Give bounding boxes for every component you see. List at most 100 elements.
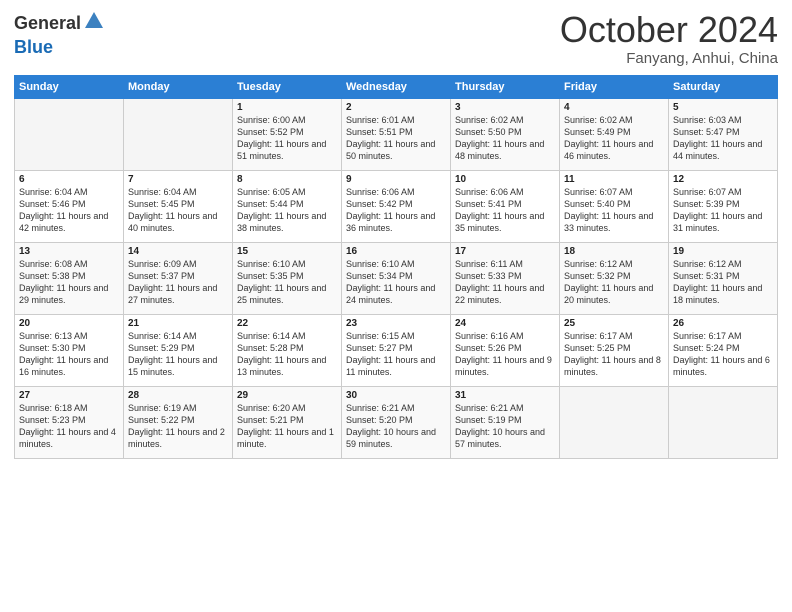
cell-info: Sunrise: 6:04 AM Sunset: 5:45 PM Dayligh… <box>128 186 228 235</box>
day-number: 31 <box>455 390 555 401</box>
weekday-header: Friday <box>560 75 669 98</box>
calendar-cell: 18Sunrise: 6:12 AM Sunset: 5:32 PM Dayli… <box>560 242 669 314</box>
calendar-cell: 1Sunrise: 6:00 AM Sunset: 5:52 PM Daylig… <box>233 98 342 170</box>
day-number: 18 <box>564 246 664 257</box>
cell-info: Sunrise: 6:01 AM Sunset: 5:51 PM Dayligh… <box>346 114 446 163</box>
calendar-cell: 11Sunrise: 6:07 AM Sunset: 5:40 PM Dayli… <box>560 170 669 242</box>
calendar-cell: 26Sunrise: 6:17 AM Sunset: 5:24 PM Dayli… <box>669 314 778 386</box>
day-number: 10 <box>455 174 555 185</box>
calendar-cell: 8Sunrise: 6:05 AM Sunset: 5:44 PM Daylig… <box>233 170 342 242</box>
cell-info: Sunrise: 6:17 AM Sunset: 5:25 PM Dayligh… <box>564 330 664 379</box>
day-number: 20 <box>19 318 119 329</box>
cell-info: Sunrise: 6:02 AM Sunset: 5:49 PM Dayligh… <box>564 114 664 163</box>
day-number: 19 <box>673 246 773 257</box>
cell-info: Sunrise: 6:17 AM Sunset: 5:24 PM Dayligh… <box>673 330 773 379</box>
day-number: 28 <box>128 390 228 401</box>
calendar-cell: 2Sunrise: 6:01 AM Sunset: 5:51 PM Daylig… <box>342 98 451 170</box>
day-number: 30 <box>346 390 446 401</box>
calendar-cell: 28Sunrise: 6:19 AM Sunset: 5:22 PM Dayli… <box>124 386 233 458</box>
calendar-cell: 31Sunrise: 6:21 AM Sunset: 5:19 PM Dayli… <box>451 386 560 458</box>
cell-info: Sunrise: 6:02 AM Sunset: 5:50 PM Dayligh… <box>455 114 555 163</box>
day-number: 2 <box>346 102 446 113</box>
day-number: 7 <box>128 174 228 185</box>
calendar-cell: 15Sunrise: 6:10 AM Sunset: 5:35 PM Dayli… <box>233 242 342 314</box>
cell-info: Sunrise: 6:13 AM Sunset: 5:30 PM Dayligh… <box>19 330 119 379</box>
cell-info: Sunrise: 6:10 AM Sunset: 5:34 PM Dayligh… <box>346 258 446 307</box>
calendar-cell: 30Sunrise: 6:21 AM Sunset: 5:20 PM Dayli… <box>342 386 451 458</box>
day-number: 8 <box>237 174 337 185</box>
calendar-cell: 7Sunrise: 6:04 AM Sunset: 5:45 PM Daylig… <box>124 170 233 242</box>
cell-info: Sunrise: 6:21 AM Sunset: 5:19 PM Dayligh… <box>455 402 555 451</box>
location: Fanyang, Anhui, China <box>560 50 778 67</box>
calendar-cell: 22Sunrise: 6:14 AM Sunset: 5:28 PM Dayli… <box>233 314 342 386</box>
calendar-cell: 17Sunrise: 6:11 AM Sunset: 5:33 PM Dayli… <box>451 242 560 314</box>
calendar-cell <box>560 386 669 458</box>
calendar-cell <box>124 98 233 170</box>
header: General Blue October 2024 Fanyang, Anhui… <box>14 10 778 67</box>
cell-info: Sunrise: 6:04 AM Sunset: 5:46 PM Dayligh… <box>19 186 119 235</box>
weekday-header: Sunday <box>15 75 124 98</box>
cell-info: Sunrise: 6:07 AM Sunset: 5:40 PM Dayligh… <box>564 186 664 235</box>
logo-icon <box>83 10 105 37</box>
cell-info: Sunrise: 6:15 AM Sunset: 5:27 PM Dayligh… <box>346 330 446 379</box>
calendar-header-row: SundayMondayTuesdayWednesdayThursdayFrid… <box>15 75 778 98</box>
day-number: 15 <box>237 246 337 257</box>
cell-info: Sunrise: 6:14 AM Sunset: 5:28 PM Dayligh… <box>237 330 337 379</box>
day-number: 21 <box>128 318 228 329</box>
calendar-cell: 10Sunrise: 6:06 AM Sunset: 5:41 PM Dayli… <box>451 170 560 242</box>
calendar-cell: 6Sunrise: 6:04 AM Sunset: 5:46 PM Daylig… <box>15 170 124 242</box>
calendar-cell: 13Sunrise: 6:08 AM Sunset: 5:38 PM Dayli… <box>15 242 124 314</box>
day-number: 9 <box>346 174 446 185</box>
day-number: 14 <box>128 246 228 257</box>
day-number: 12 <box>673 174 773 185</box>
day-number: 5 <box>673 102 773 113</box>
calendar-cell: 9Sunrise: 6:06 AM Sunset: 5:42 PM Daylig… <box>342 170 451 242</box>
cell-info: Sunrise: 6:21 AM Sunset: 5:20 PM Dayligh… <box>346 402 446 451</box>
day-number: 3 <box>455 102 555 113</box>
weekday-header: Saturday <box>669 75 778 98</box>
cell-info: Sunrise: 6:08 AM Sunset: 5:38 PM Dayligh… <box>19 258 119 307</box>
calendar-cell: 23Sunrise: 6:15 AM Sunset: 5:27 PM Dayli… <box>342 314 451 386</box>
main-container: General Blue October 2024 Fanyang, Anhui… <box>0 0 792 469</box>
day-number: 17 <box>455 246 555 257</box>
calendar-cell: 19Sunrise: 6:12 AM Sunset: 5:31 PM Dayli… <box>669 242 778 314</box>
cell-info: Sunrise: 6:11 AM Sunset: 5:33 PM Dayligh… <box>455 258 555 307</box>
calendar-week-row: 6Sunrise: 6:04 AM Sunset: 5:46 PM Daylig… <box>15 170 778 242</box>
cell-info: Sunrise: 6:06 AM Sunset: 5:41 PM Dayligh… <box>455 186 555 235</box>
day-number: 13 <box>19 246 119 257</box>
day-number: 1 <box>237 102 337 113</box>
calendar-cell: 25Sunrise: 6:17 AM Sunset: 5:25 PM Dayli… <box>560 314 669 386</box>
logo-general-text: General <box>14 13 81 34</box>
cell-info: Sunrise: 6:10 AM Sunset: 5:35 PM Dayligh… <box>237 258 337 307</box>
calendar-week-row: 1Sunrise: 6:00 AM Sunset: 5:52 PM Daylig… <box>15 98 778 170</box>
cell-info: Sunrise: 6:03 AM Sunset: 5:47 PM Dayligh… <box>673 114 773 163</box>
day-number: 16 <box>346 246 446 257</box>
calendar-cell: 27Sunrise: 6:18 AM Sunset: 5:23 PM Dayli… <box>15 386 124 458</box>
logo-blue-text: Blue <box>14 37 53 58</box>
day-number: 22 <box>237 318 337 329</box>
calendar-cell: 3Sunrise: 6:02 AM Sunset: 5:50 PM Daylig… <box>451 98 560 170</box>
logo: General Blue <box>14 10 105 58</box>
day-number: 25 <box>564 318 664 329</box>
title-area: October 2024 Fanyang, Anhui, China <box>560 10 778 67</box>
cell-info: Sunrise: 6:06 AM Sunset: 5:42 PM Dayligh… <box>346 186 446 235</box>
cell-info: Sunrise: 6:00 AM Sunset: 5:52 PM Dayligh… <box>237 114 337 163</box>
day-number: 23 <box>346 318 446 329</box>
weekday-header: Thursday <box>451 75 560 98</box>
calendar-week-row: 13Sunrise: 6:08 AM Sunset: 5:38 PM Dayli… <box>15 242 778 314</box>
calendar-cell: 29Sunrise: 6:20 AM Sunset: 5:21 PM Dayli… <box>233 386 342 458</box>
day-number: 6 <box>19 174 119 185</box>
cell-info: Sunrise: 6:12 AM Sunset: 5:32 PM Dayligh… <box>564 258 664 307</box>
day-number: 4 <box>564 102 664 113</box>
cell-info: Sunrise: 6:20 AM Sunset: 5:21 PM Dayligh… <box>237 402 337 451</box>
weekday-header: Wednesday <box>342 75 451 98</box>
cell-info: Sunrise: 6:05 AM Sunset: 5:44 PM Dayligh… <box>237 186 337 235</box>
month-title: October 2024 <box>560 10 778 50</box>
cell-info: Sunrise: 6:14 AM Sunset: 5:29 PM Dayligh… <box>128 330 228 379</box>
day-number: 27 <box>19 390 119 401</box>
calendar-cell <box>669 386 778 458</box>
calendar-cell: 5Sunrise: 6:03 AM Sunset: 5:47 PM Daylig… <box>669 98 778 170</box>
day-number: 26 <box>673 318 773 329</box>
day-number: 11 <box>564 174 664 185</box>
calendar-table: SundayMondayTuesdayWednesdayThursdayFrid… <box>14 75 778 459</box>
